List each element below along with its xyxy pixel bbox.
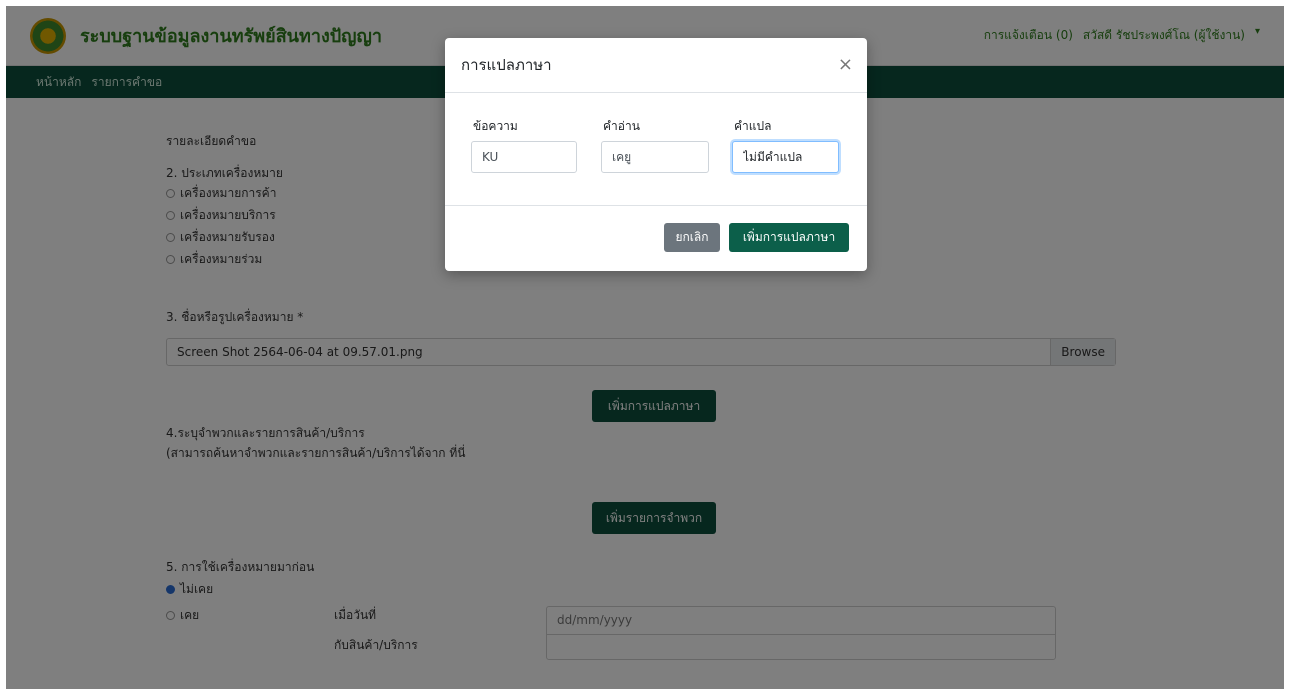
text-label: ข้อความ [473, 119, 518, 133]
cancel-button[interactable]: ยกเลิก [664, 223, 720, 252]
reading-input[interactable] [601, 141, 709, 173]
translation-modal: การแปลภาษา × ข้อความ คำอ่าน คำแปล ยกเลิก… [445, 38, 867, 271]
reading-label: คำอ่าน [603, 119, 640, 133]
close-icon[interactable]: × [838, 56, 853, 74]
modal-header: การแปลภาษา × [445, 38, 867, 93]
modal-title: การแปลภาษา [461, 56, 552, 74]
text-input[interactable] [471, 141, 577, 173]
modal-footer: ยกเลิก เพิ่มการแปลภาษา [445, 206, 867, 270]
page: ระบบฐานข้อมูลงานทรัพย์สินทางปัญญา การแจ้… [6, 6, 1284, 689]
add-translation-submit-button[interactable]: เพิ่มการแปลภาษา [729, 223, 849, 252]
translation-label: คำแปล [734, 119, 772, 133]
translation-input[interactable] [732, 141, 839, 173]
modal-body: ข้อความ คำอ่าน คำแปล [445, 93, 867, 206]
